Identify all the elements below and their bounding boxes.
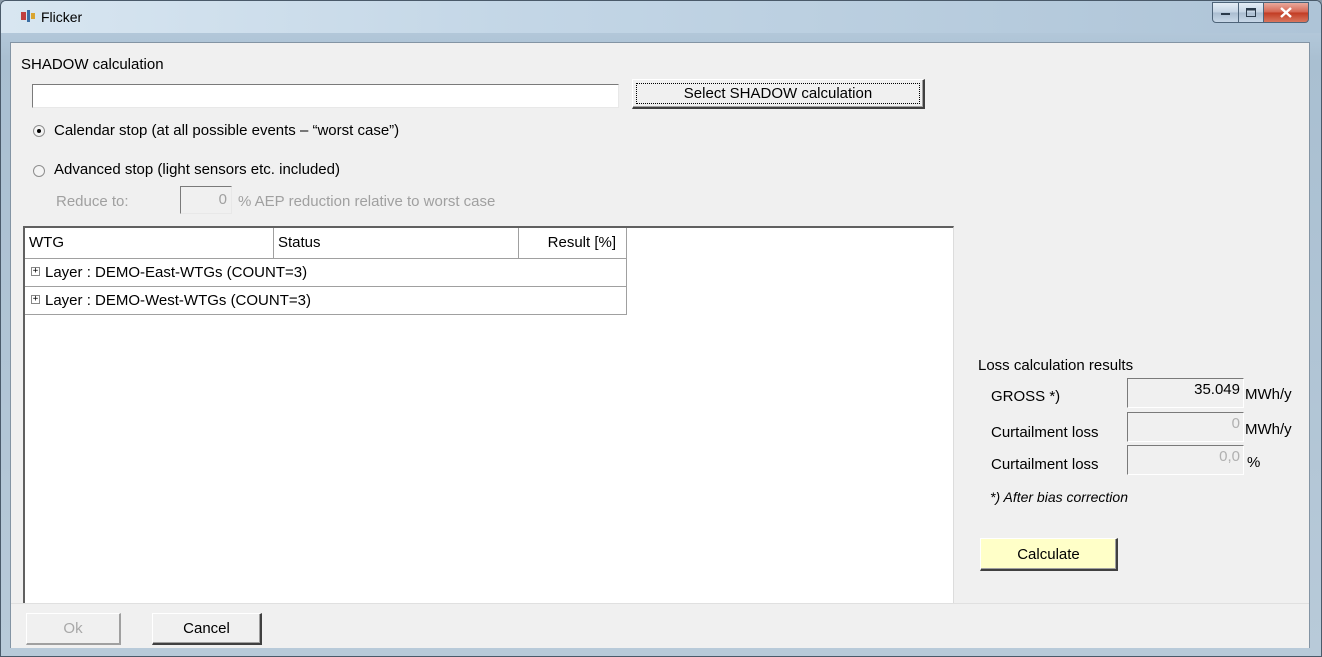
reduce-to-value: 0 (218, 191, 227, 208)
bias-correction-note: *) After bias correction (990, 489, 1128, 505)
select-shadow-button[interactable]: Select SHADOW calculation (632, 79, 925, 109)
cancel-button[interactable]: Cancel (152, 613, 262, 645)
column-header-wtg[interactable]: WTG (25, 228, 274, 258)
focus-rectangle (636, 83, 920, 104)
expand-icon[interactable]: + (31, 295, 40, 304)
minimize-icon (1221, 12, 1230, 15)
curtailment-pct-unit: % (1247, 454, 1261, 471)
title-bar[interactable]: Flicker (1, 1, 1321, 33)
column-header-label: Status (278, 234, 321, 251)
close-icon (1280, 7, 1292, 18)
gross-label: GROSS *) (991, 388, 1061, 405)
window-controls (1212, 2, 1309, 23)
curtailment-loss-value: 0 (1231, 415, 1240, 432)
reduce-to-input[interactable]: 0 (180, 186, 232, 214)
calendar-stop-radio[interactable] (33, 125, 45, 137)
shadow-path-field[interactable] (32, 84, 619, 108)
curtailment-pct-value: 0,0 (1219, 448, 1240, 465)
curtailment-loss-label: Curtailment loss (991, 424, 1099, 441)
tree-row[interactable]: + Layer : DEMO-West-WTGs (COUNT=3) (25, 287, 627, 315)
curtailment-loss-unit: MWh/y (1245, 421, 1292, 438)
wtg-tree-list[interactable]: WTG Status Result [%] + Layer : DEMO-Eas… (23, 226, 954, 604)
app-icon (21, 10, 35, 22)
calculate-button[interactable]: Calculate (980, 538, 1118, 571)
advanced-stop-label[interactable]: Advanced stop (light sensors etc. includ… (54, 161, 340, 178)
calculate-label: Calculate (1017, 545, 1080, 563)
column-header-label: Result [%] (547, 234, 616, 251)
column-header-result[interactable]: Result [%] (519, 228, 627, 258)
maximize-icon (1246, 8, 1256, 17)
ok-button[interactable]: Ok (26, 613, 121, 645)
curtailment-loss-field: 0 (1127, 412, 1244, 442)
advanced-stop-radio[interactable] (33, 165, 45, 177)
close-button[interactable] (1264, 2, 1309, 23)
ok-label: Ok (63, 620, 83, 637)
gross-unit: MWh/y (1245, 386, 1292, 403)
column-header-label: WTG (29, 234, 64, 251)
reduce-suffix-label: % AEP reduction relative to worst case (238, 193, 496, 210)
dialog-client-area: SHADOW calculation Select SHADOW calcula… (10, 42, 1310, 648)
gross-value-field: 35.049 (1127, 378, 1244, 408)
calendar-stop-label[interactable]: Calendar stop (at all possible events – … (54, 122, 399, 139)
radio-selected-dot (37, 129, 41, 133)
curtailment-pct-label: Curtailment loss (991, 456, 1099, 473)
shadow-section-label: SHADOW calculation (21, 56, 164, 73)
reduce-to-label: Reduce to: (56, 193, 129, 210)
flicker-window: Flicker SHADOW calculation Select SHADOW… (0, 0, 1322, 657)
curtailment-pct-field: 0,0 (1127, 445, 1244, 475)
maximize-button[interactable] (1239, 2, 1264, 23)
tree-row-label: Layer : DEMO-East-WTGs (COUNT=3) (45, 264, 308, 281)
cancel-label: Cancel (183, 620, 230, 637)
window-title: Flicker (41, 9, 83, 25)
expand-icon[interactable]: + (31, 267, 40, 276)
gross-value: 35.049 (1194, 381, 1240, 398)
tree-header: WTG Status Result [%] (25, 228, 627, 259)
results-title: Loss calculation results (978, 357, 1134, 374)
column-header-status[interactable]: Status (274, 228, 519, 258)
minimize-button[interactable] (1212, 2, 1239, 23)
tree-row-label: Layer : DEMO-West-WTGs (COUNT=3) (45, 292, 311, 309)
dialog-footer: Ok Cancel (11, 603, 1309, 648)
tree-row[interactable]: + Layer : DEMO-East-WTGs (COUNT=3) (25, 259, 627, 287)
